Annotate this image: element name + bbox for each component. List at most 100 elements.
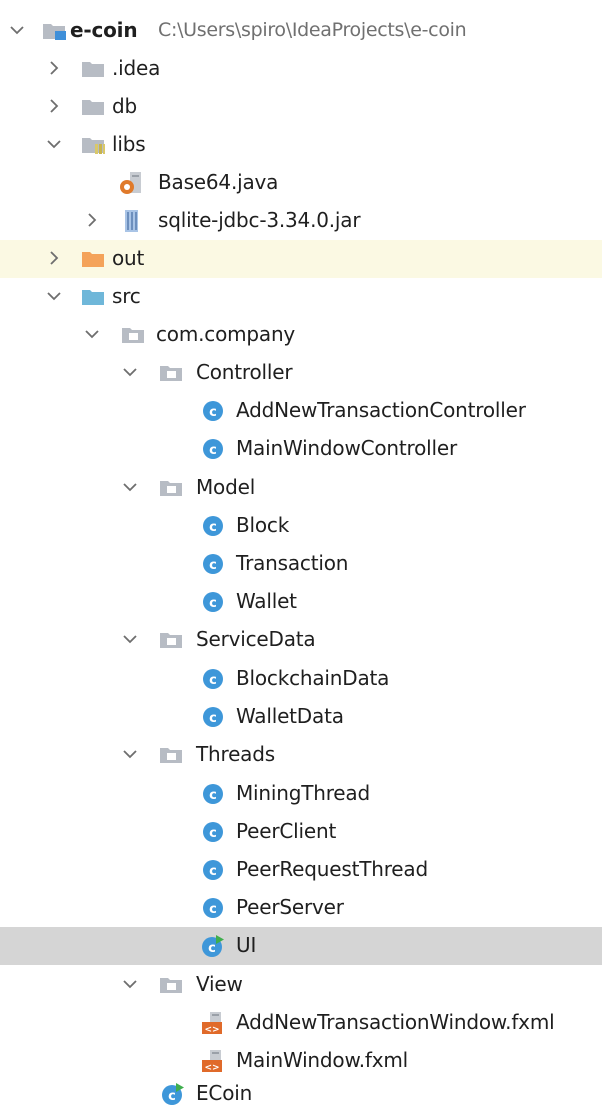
tree-row-com-company[interactable]: com.company [0,316,602,354]
tree-row-addnewtransactioncontroller[interactable]: AddNewTransactionController [0,392,602,430]
package-icon [158,628,184,652]
tree-row-src[interactable]: src [0,278,602,316]
tree-node-label: Threads [196,742,275,766]
tree-row-e-coin[interactable]: e-coin C:\Users\spiro\IdeaProjects\e-coi… [0,12,602,50]
chevron-down-icon[interactable] [7,20,27,40]
tree-node-label: Wallet [236,589,297,613]
tree-row-db[interactable]: db [0,88,602,126]
tree-node-label: src [112,284,141,308]
tree-row-model[interactable]: Model [0,469,602,507]
tree-node-label: sqlite-jdbc-3.34.0.jar [158,208,361,232]
chevron-down-icon[interactable] [44,286,64,306]
tree-node-label: PeerServer [236,895,344,919]
tree-node-label: AddNewTransactionController [236,398,526,422]
tree-node-label: Controller [196,360,293,384]
tree-row-miningthread[interactable]: MiningThread [0,775,602,813]
tree-node-label: out [112,246,145,270]
tree-node-label: BlockchainData [236,666,390,690]
tree-row-out[interactable]: out [0,240,602,278]
chevron-down-icon[interactable] [120,362,140,382]
tree-row-peerclient[interactable]: PeerClient [0,813,602,851]
tree-row-threads[interactable]: Threads [0,736,602,774]
fxml-file-icon [200,1011,226,1035]
folder-icon [80,95,106,119]
tree-row-addnewtransactionwindow-fxml[interactable]: AddNewTransactionWindow.fxml [0,1004,602,1042]
tree-node-label: View [196,972,243,996]
tree-node-label: UI [236,933,257,957]
tree-row-mainwindowcontroller[interactable]: MainWindowController [0,430,602,468]
tree-node-label: AddNewTransactionWindow.fxml [236,1010,555,1034]
class-icon [200,820,226,844]
tree-row-controller[interactable]: Controller [0,354,602,392]
package-icon [158,743,184,767]
jar-icon [118,209,144,233]
tree-row-transaction[interactable]: Transaction [0,545,602,583]
java-file-icon [118,171,144,195]
source-folder-icon [80,285,106,309]
class-icon [200,705,226,729]
chevron-right-icon[interactable] [44,96,64,116]
chevron-right-icon[interactable] [82,210,102,230]
project-path: C:\Users\spiro\IdeaProjects\e-coin [158,19,467,41]
chevron-down-icon[interactable] [120,974,140,994]
class-icon [200,399,226,423]
tree-node-label: db [112,94,137,118]
module-folder-icon [41,19,67,43]
tree-node-label: ServiceData [196,627,316,651]
tree-row-sqlite-jar[interactable]: sqlite-jdbc-3.34.0.jar [0,202,602,240]
class-icon [200,590,226,614]
tree-node-label: ECoin [196,1081,253,1105]
tree-row-peerserver[interactable]: PeerServer [0,889,602,927]
chevron-down-icon[interactable] [120,744,140,764]
chevron-down-icon[interactable] [44,134,64,154]
class-icon [200,514,226,538]
tree-row-base64-java[interactable]: Base64.java [0,164,602,202]
tree-row-walletdata[interactable]: WalletData [0,698,602,736]
class-icon [200,552,226,576]
fxml-file-icon [200,1049,226,1073]
tree-row-wallet[interactable]: Wallet [0,583,602,621]
tree-node-label: PeerRequestThread [236,857,428,881]
package-icon [120,323,146,347]
tree-node-label: MiningThread [236,781,370,805]
class-icon [200,437,226,461]
tree-node-label: WalletData [236,704,344,728]
tree-node-label: e-coin [70,18,138,42]
class-icon [200,896,226,920]
tree-row-blockchaindata[interactable]: BlockchainData [0,660,602,698]
tree-row-servicedata[interactable]: ServiceData [0,621,602,659]
chevron-down-icon[interactable] [120,629,140,649]
package-icon [158,476,184,500]
runnable-class-icon [160,1082,186,1106]
chevron-right-icon[interactable] [44,58,64,78]
class-icon [200,858,226,882]
tree-row-block[interactable]: Block [0,507,602,545]
project-tree: e-coin C:\Users\spiro\IdeaProjects\e-coi… [0,0,602,1113]
package-icon [158,361,184,385]
runnable-class-icon [200,934,226,958]
tree-row-peerrequestthread[interactable]: PeerRequestThread [0,851,602,889]
tree-row-libs[interactable]: libs [0,126,602,164]
chevron-down-icon[interactable] [120,477,140,497]
tree-row-ui[interactable]: UI [0,927,602,965]
tree-node-label: Base64.java [158,170,279,194]
excluded-folder-icon [80,247,106,271]
chevron-down-icon[interactable] [82,324,102,344]
tree-node-label: PeerClient [236,819,337,843]
tree-row-view[interactable]: View [0,966,602,1004]
tree-node-label: Model [196,475,256,499]
tree-node-label: Block [236,513,290,537]
tree-node-label: libs [112,132,146,156]
folder-icon [80,57,106,81]
tree-row-ecoin[interactable]: ECoin [0,1075,602,1113]
library-folder-icon [80,133,106,157]
tree-row-idea[interactable]: .idea [0,50,602,88]
tree-node-label: .idea [112,56,161,80]
tree-node-label: MainWindowController [236,436,457,460]
tree-node-label: MainWindow.fxml [236,1048,409,1072]
package-icon [158,973,184,997]
class-icon [200,667,226,691]
tree-node-label: Transaction [236,551,349,575]
class-icon [200,782,226,806]
chevron-right-icon[interactable] [44,248,64,268]
